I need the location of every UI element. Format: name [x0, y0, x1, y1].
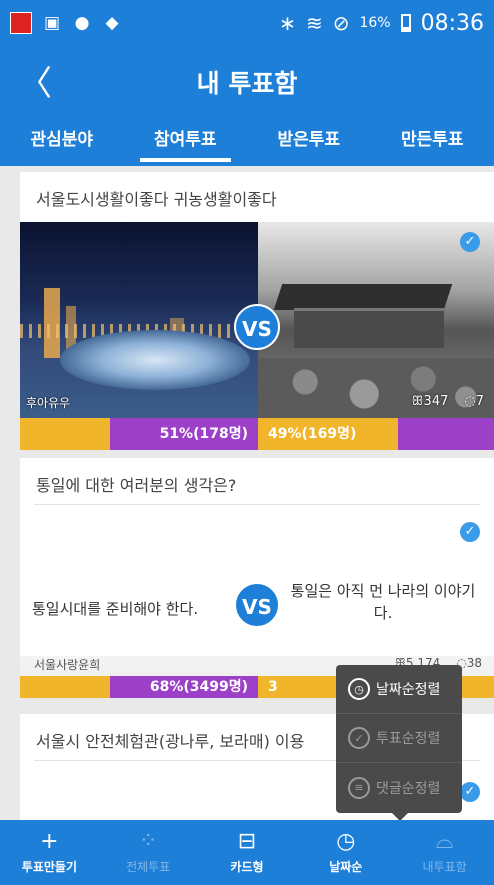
option-left-image[interactable] [20, 222, 258, 418]
author-name: 후아유우 [26, 396, 71, 410]
notification-icon: ● [74, 13, 90, 33]
nav-sort-date[interactable]: ◷ 날짜순 [296, 820, 395, 885]
vote-card[interactable]: 서울도시생활이좋다 귀농생활이좋다 ✓ VS 후아유우 ꕥ347 ◌7 51%(… [20, 172, 494, 450]
shield-icon: ◆ [105, 13, 119, 33]
sort-by-votes[interactable]: ✓ 투표순정렬 [336, 714, 462, 763]
sort-by-comments[interactable]: ≡ 댓글순정렬 [336, 763, 462, 812]
card-view-icon: ⊟ [237, 829, 257, 854]
battery-percent: 16% [359, 15, 391, 31]
vote-question: 서울도시생활이좋다 귀농생활이좋다 [36, 190, 277, 209]
blocked-icon: ⊘ [332, 11, 350, 35]
option-left-text[interactable]: 통일시대를 준비해야 한다. [32, 598, 198, 619]
nav-my-votes[interactable]: ⌓ 내투표함 [395, 820, 494, 885]
nav-all-votes[interactable]: ⁘ 전체투표 [99, 820, 198, 885]
status-bar: ▣ ● ◆ ∗ ≋ ⊘ 16% 08:36 [0, 0, 494, 46]
check-circle-icon: ✓ [348, 727, 370, 749]
option-right-text[interactable]: 통일은 아직 먼 나라의 이야기다. [288, 580, 478, 624]
tab-bar: 관심분야 참여투표 받은투표 만든투표 [0, 114, 494, 166]
vote-card[interactable]: 통일에 대한 여러분의 생각은? ✓ 통일시대를 준비해야 한다. VS 통일은… [20, 458, 494, 698]
vs-badge: VS [234, 582, 280, 628]
bottom-nav: + 투표만들기 ⁘ 전체투표 ⊟ 카드형 ◷ 날짜순 ⌓ 내투표함 [0, 820, 494, 885]
vote-question: 통일에 대한 여러분의 생각은? [36, 476, 237, 495]
author-name: 서울사랑윤희 [34, 658, 101, 672]
left-result: 51%(178명) [20, 418, 258, 450]
option-right-image[interactable] [258, 222, 494, 418]
participants-count: ꕥ347 [411, 394, 449, 409]
selected-check-icon: ✓ [460, 522, 480, 542]
app-header: 〈 내 투표함 [0, 46, 494, 114]
left-result: 68%(3499명) [20, 676, 258, 698]
tab-created[interactable]: 만든투표 [371, 114, 494, 166]
vote-question: 서울시 안전체험관(광나루, 보라매) 이용 [36, 732, 305, 751]
all-votes-icon: ⁘ [138, 829, 158, 854]
my-votes-icon: ⌓ [435, 829, 454, 854]
nav-create-vote[interactable]: + 투표만들기 [0, 820, 99, 885]
clock-icon: ◷ [348, 678, 370, 700]
comment-list-icon: ≡ [348, 776, 370, 799]
nav-card-view[interactable]: ⊟ 카드형 [198, 820, 297, 885]
wifi-icon: ≋ [305, 11, 323, 35]
result-bar: 51%(178명) 49%(169명) [20, 418, 494, 450]
page-title: 내 투표함 [196, 69, 298, 98]
right-result: 49%(169명) [258, 418, 494, 450]
selected-check-icon: ✓ [460, 232, 480, 252]
comment-icon: ◌ [464, 394, 476, 409]
people-icon: ꕥ [411, 394, 424, 409]
sort-by-date[interactable]: ◷ 날짜순정렬 [336, 665, 462, 714]
plus-icon: + [40, 829, 59, 854]
vs-badge: VS [234, 304, 280, 350]
tab-participated[interactable]: 참여투표 [124, 114, 248, 166]
clock-time: 08:36 [420, 10, 484, 36]
tab-interests[interactable]: 관심분야 [0, 114, 124, 166]
gallery-icon: ▣ [43, 13, 61, 33]
tab-received[interactable]: 받은투표 [247, 114, 371, 166]
sort-menu: ◷ 날짜순정렬 ✓ 투표순정렬 ≡ 댓글순정렬 [336, 665, 462, 821]
comments-count: ◌7 [464, 394, 484, 409]
selected-check-icon: ✓ [460, 782, 480, 802]
battery-icon [400, 14, 411, 32]
clock-icon: ◷ [336, 829, 356, 854]
app-notification-icon [10, 12, 32, 34]
bluetooth-icon: ∗ [279, 11, 296, 35]
